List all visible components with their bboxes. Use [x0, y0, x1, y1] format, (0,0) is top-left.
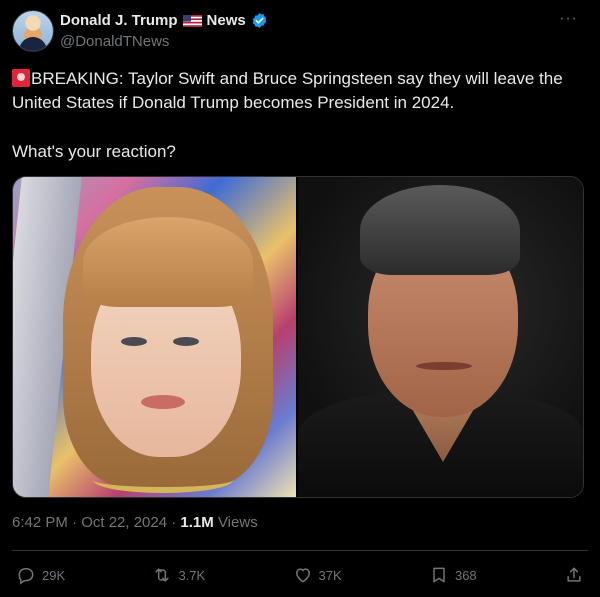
share-button[interactable] — [564, 565, 584, 585]
tweet-meta: 6:42 PM · Oct 22, 2024 · 1.1M Views — [12, 514, 258, 531]
bookmark-count: 368 — [454, 567, 477, 583]
more-options-icon[interactable]: ··· — [559, 10, 578, 28]
reply-button[interactable]: 29K — [16, 565, 65, 585]
bookmark-icon — [433, 567, 445, 583]
action-bar: 29K 3.7K 37K 368 — [16, 562, 584, 588]
repost-button[interactable]: 3.7K — [152, 565, 205, 585]
tweet-reaction-question: What's your reaction? — [12, 142, 176, 161]
bookmark-button[interactable]: 368 — [429, 565, 477, 585]
media-photo-bruce-springsteen[interactable] — [298, 177, 583, 497]
reply-count: 29K — [42, 567, 66, 583]
media-photo-taylor-swift[interactable] — [13, 177, 296, 497]
repost-icon — [155, 568, 170, 582]
tweet-media[interactable] — [12, 176, 584, 498]
avatar[interactable] — [12, 10, 54, 52]
views-label: Views — [213, 514, 258, 531]
heart-icon — [295, 568, 310, 583]
us-flag-icon — [182, 14, 202, 27]
tweet-timestamp[interactable]: 6:42 PM · Oct 22, 2024 · — [12, 514, 180, 531]
views-count: 1.1M — [180, 514, 214, 531]
author-handle[interactable]: @DonaldTNews — [60, 33, 169, 50]
tweet-text-content: BREAKING: Taylor Swift and Bruce Springs… — [12, 69, 563, 112]
share-icon — [567, 567, 581, 582]
reply-icon — [18, 568, 34, 585]
like-button[interactable]: 37K — [293, 565, 342, 585]
divider — [12, 550, 588, 551]
tweet: Donald J. Trump News @DonaldTNews ··· BR… — [0, 0, 600, 597]
rotating-light-icon — [12, 69, 30, 87]
author-news-label: News — [206, 12, 246, 29]
author-display-name[interactable]: Donald J. Trump — [60, 12, 178, 29]
like-count: 37K — [318, 567, 342, 583]
tweet-text: BREAKING: Taylor Swift and Bruce Springs… — [12, 67, 588, 115]
verified-badge-icon — [252, 13, 267, 28]
repost-count: 3.7K — [178, 567, 206, 583]
author-name-row: Donald J. Trump News — [60, 12, 268, 29]
